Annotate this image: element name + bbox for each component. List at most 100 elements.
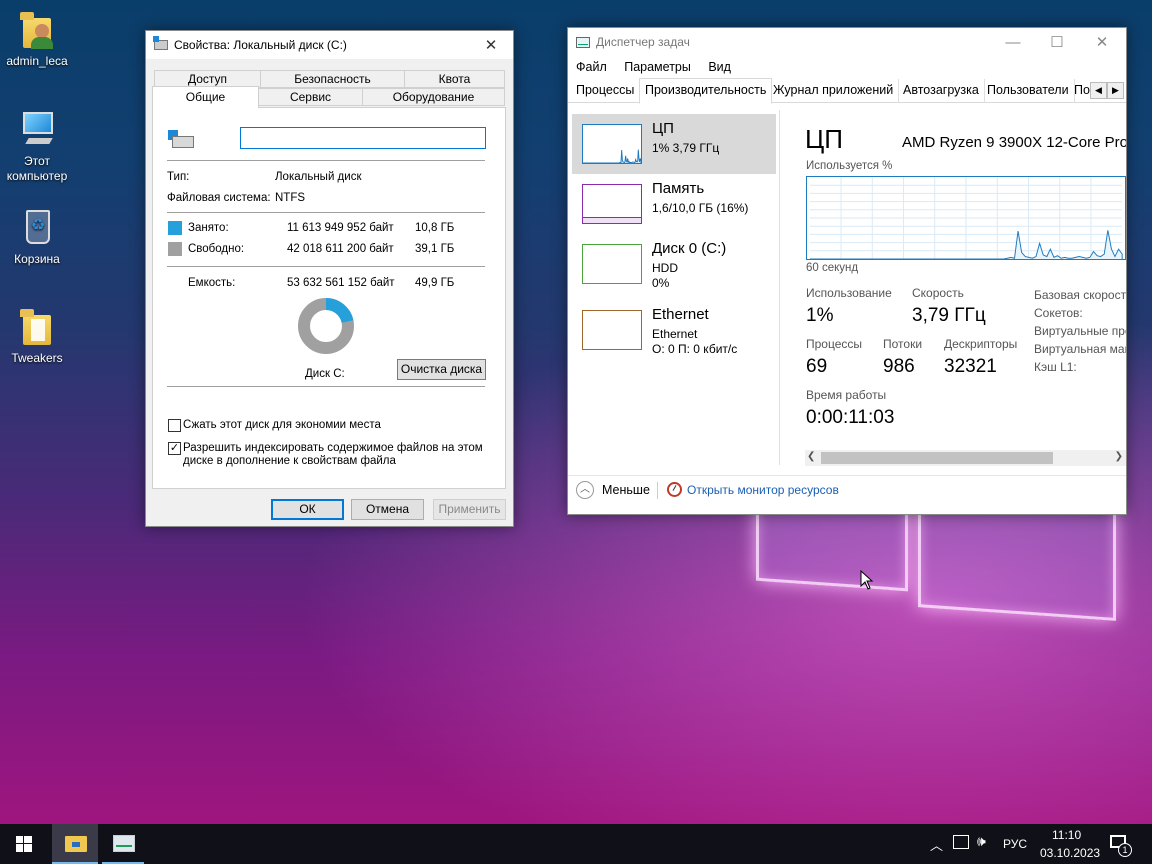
usage-label: Использование [806,286,892,300]
tab-performance[interactable]: Производительность [639,78,773,104]
disk-properties-window: Свойства: Локальный диск (C:) ✕ Доступ Б… [145,30,514,527]
show-hidden-icons-icon[interactable]: ︿ [930,835,943,854]
user-folder-icon [17,10,57,50]
folder-icon [17,307,57,347]
fs-value: NTFS [275,192,306,204]
speed-value: 3,79 ГГц [912,305,986,326]
graph-label: Используется % [806,160,893,172]
type-label: Тип: [167,171,190,183]
open-resource-monitor-link[interactable]: Открыть монитор ресурсов [667,482,839,497]
general-tab-panel: Тип: Локальный диск Файловая система: NT… [152,107,506,489]
graph-time-label: 60 секунд [806,262,859,274]
index-label-line1: Разрешить индексировать содержимое файло… [183,442,483,454]
divider [167,212,485,213]
start-button[interactable] [0,824,48,864]
network-icon[interactable] [953,835,969,849]
taskbar-task-manager-button[interactable] [102,824,144,864]
windows-start-icon [16,836,32,852]
file-explorer-icon [65,836,87,852]
scroll-right-icon[interactable]: ❯ [1115,451,1123,462]
menu-file[interactable]: Файл [576,60,607,74]
used-color-swatch [168,221,182,235]
properties-titlebar[interactable]: Свойства: Локальный диск (C:) [146,31,513,59]
used-size: 10,8 ГБ [415,222,455,234]
used-bytes: 11 613 949 952 байт [287,222,394,234]
desktop-icon-computer[interactable]: Этот компьютер [0,110,74,184]
side-item-ethernet[interactable]: Ethernet Ethernet О: 0 П: 0 кбит/с [572,300,776,360]
volume-icon[interactable]: 🕪 [977,833,986,850]
index-checkbox[interactable]: ✓ [168,442,181,455]
side-disk-sub2: 0% [652,276,670,290]
close-button[interactable]: ✕ [1080,28,1124,56]
tab-security[interactable]: Безопасность [260,70,405,88]
close-button[interactable]: ✕ [469,31,513,59]
threads-label: Потоки [883,337,923,351]
side-item-memory[interactable]: Память 1,6/10,0 ГБ (16%) [572,174,776,234]
tab-users[interactable]: Пользователи [982,79,1075,103]
virtual-machine-label: Виртуальная маш [1034,342,1126,356]
disk-cleanup-button[interactable]: Очистка диска [397,359,486,380]
cancel-button[interactable]: Отмена [351,499,424,520]
processes-value: 69 [806,356,828,377]
compress-checkbox[interactable] [168,419,181,432]
scroll-left-icon[interactable]: ❮ [807,451,815,462]
desktop-icon-recycle[interactable]: ♻ Корзина [0,208,74,266]
capacity-bytes: 53 632 561 152 байт [287,277,395,289]
side-cpu-sub: 1% 3,79 ГГц [652,141,720,155]
cpu-usage-graph [806,176,1126,260]
usage-value: 1% [806,305,834,326]
maximize-button[interactable]: ☐ [1035,28,1079,56]
uptime-label: Время работы [806,388,887,402]
side-item-disk[interactable]: Диск 0 (C:) HDD 0% [572,234,776,294]
tabs-scroll-left-icon[interactable]: ◀ [1090,82,1107,99]
language-indicator[interactable]: РУС [1003,837,1027,851]
desktop-icon-label: Этот компьютер [6,154,68,183]
desktop-icon-user[interactable]: admin_leca [0,10,74,68]
apply-button[interactable]: Применить [433,499,506,520]
handles-value: 32321 [944,356,997,377]
menu-options[interactable]: Параметры [624,60,691,74]
tabs-scroll-right-icon[interactable]: ▶ [1107,82,1124,99]
tab-sevice[interactable]: Сервис [258,88,363,106]
notification-count-badge: 1 [1118,843,1132,857]
side-disk-sub1: HDD [652,261,678,275]
taskbar-explorer-button[interactable] [52,824,98,864]
free-label: Свободно: [188,243,245,255]
clock-time[interactable]: 11:10 [1052,828,1081,842]
desktop-icon-label: admin_leca [6,54,68,68]
capacity-label: Емкость: [188,277,236,289]
tab-startup[interactable]: Автозагрузка [898,79,985,103]
fewer-details-button[interactable]: ︿ Меньше [576,481,650,499]
side-item-cpu[interactable]: ЦП 1% 3,79 ГГц [572,114,776,174]
menu-bar: Файл Параметры Вид [576,60,745,74]
tab-details[interactable]: По [1071,79,1091,103]
sockets-label: Сокетов: [1034,306,1083,320]
tab-processes[interactable]: Процессы [571,79,641,103]
cpu-heading: ЦП [805,124,843,154]
tab-quota[interactable]: Квота [404,70,505,88]
volume-label-input[interactable] [240,127,486,149]
task-manager-icon [576,36,590,48]
type-value: Локальный диск [275,171,362,183]
fs-label: Файловая система: [167,192,271,204]
tm-title: Диспетчер задач [596,35,690,49]
tab-general[interactable]: Общие [152,86,259,108]
clock-date[interactable]: 03.10.2023 [1040,846,1100,860]
minimize-button[interactable]: — [991,28,1035,56]
desktop-icon-tweakers[interactable]: Tweakers [0,307,74,365]
disk-thumb-graph [582,244,642,284]
notification-center-button[interactable]: 1 [1108,833,1132,857]
scroll-thumb[interactable] [821,452,1053,464]
uptime-value: 0:00:11:03 [806,407,895,428]
memory-thumb-graph [582,184,642,224]
divider [167,160,485,161]
menu-view[interactable]: Вид [708,60,731,74]
horizontal-scrollbar[interactable]: ❮ ❯ [805,450,1126,466]
cpu-details-list: Базовая скорость Сокетов: Виртуальные пр… [1034,286,1126,376]
tab-app-history[interactable]: Журнал приложений [768,79,900,103]
tab-hardware[interactable]: Оборудование [362,88,505,106]
mouse-cursor-icon [860,570,874,590]
ok-button[interactable]: ОК [271,499,344,520]
threads-value: 986 [883,356,915,377]
capacity-size: 49,9 ГБ [415,277,455,289]
